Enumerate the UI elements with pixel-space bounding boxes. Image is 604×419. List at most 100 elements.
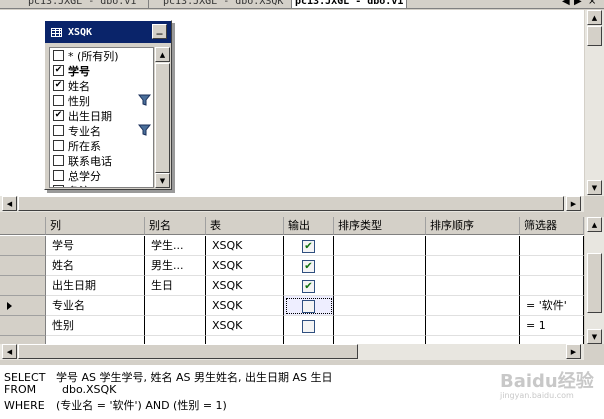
grid-cell-sort-type[interactable] (334, 236, 426, 256)
scroll-down-icon[interactable]: ▼ (587, 329, 602, 344)
grid-cell-sort-type[interactable] (334, 296, 426, 316)
diagram-horizontal-scrollbar[interactable]: ◀ ▶ (0, 196, 584, 212)
grid-cell-table[interactable]: XSQK (206, 276, 284, 296)
checked-checkbox[interactable]: ✔ (53, 110, 64, 121)
column-list-item[interactable]: 专业名 (50, 123, 153, 138)
unchecked-checkbox[interactable] (302, 299, 315, 313)
grid-cell-column[interactable]: 学号 (46, 236, 145, 256)
unchecked-checkbox[interactable] (53, 170, 64, 181)
grid-cell-output[interactable] (284, 316, 334, 336)
grid-cell-table[interactable]: XSQK (206, 236, 284, 256)
grid-horizontal-scrollbar[interactable]: ◀ ▶ (0, 344, 584, 360)
scroll-thumb[interactable] (18, 196, 564, 211)
grid-cell-table[interactable]: XSQK (206, 296, 284, 316)
scroll-up-icon[interactable]: ▲ (155, 47, 170, 62)
grid-cell-alias[interactable]: 学生... (145, 236, 206, 256)
grid-cell-filter[interactable] (520, 276, 584, 296)
column-list-item[interactable]: ✔ 学号 (50, 63, 153, 78)
checked-checkbox[interactable]: ✔ (53, 65, 64, 76)
scroll-right-icon[interactable]: ▶ (566, 196, 581, 211)
column-list-item[interactable]: * (所有列) (50, 48, 153, 63)
pane-splitter[interactable] (0, 212, 604, 216)
criteria-grid[interactable]: 列别名表输出 排序类型 排序顺序 筛选器 学号 学生... XSQK ✔ 姓名 男生... XSQK… (0, 217, 584, 344)
grid-cell-filter[interactable]: = '软件' (520, 296, 584, 316)
column-list-item[interactable]: 总学分 (50, 168, 153, 183)
grid-cell-empty[interactable] (334, 336, 426, 344)
row-selector[interactable] (0, 236, 46, 256)
scroll-up-icon[interactable]: ▲ (587, 217, 602, 232)
grid-cell-sort-order[interactable] (426, 236, 520, 256)
scroll-up-icon[interactable]: ▲ (587, 10, 602, 25)
unchecked-checkbox[interactable] (53, 155, 64, 166)
column-list-scrollbar[interactable]: ▲ ▼ (155, 47, 170, 188)
grid-cell-empty[interactable] (426, 336, 520, 344)
tab-next-icon[interactable]: ▶ (574, 0, 582, 7)
grid-cell-sort-type[interactable] (334, 276, 426, 296)
grid-cell-output[interactable]: ✔ (284, 236, 334, 256)
scroll-left-icon[interactable]: ◀ (2, 344, 17, 359)
scroll-down-icon[interactable]: ▼ (155, 173, 170, 188)
grid-column-header[interactable]: 别名 (145, 217, 206, 235)
tab-close-icon[interactable]: × (588, 0, 596, 7)
checked-checkbox[interactable]: ✔ (302, 259, 315, 273)
grid-cell-sort-type[interactable] (334, 316, 426, 336)
grid-cell-empty[interactable] (284, 336, 334, 344)
grid-cell-empty[interactable] (46, 336, 145, 344)
row-selector[interactable] (0, 256, 46, 276)
grid-cell-sort-type[interactable] (334, 256, 426, 276)
grid-cell-table[interactable]: XSQK (206, 316, 284, 336)
row-selector[interactable] (0, 276, 46, 296)
scroll-thumb[interactable] (155, 63, 170, 173)
grid-column-header[interactable]: 输出 (284, 217, 334, 235)
grid-cell-output[interactable]: ✔ (284, 256, 334, 276)
grid-cell-empty[interactable] (145, 336, 206, 344)
grid-vertical-scrollbar[interactable]: ▲ ▼ (584, 217, 604, 344)
unchecked-checkbox[interactable] (53, 185, 64, 187)
column-list-item[interactable]: 所在系 (50, 138, 153, 153)
scroll-right-icon[interactable]: ▶ (566, 344, 581, 359)
tab-xsqk[interactable]: pc13.JXGL - dbo.XSQK (163, 0, 283, 8)
tab-v1-active[interactable]: pc13.JXGL - dbo.v1 (291, 0, 408, 8)
tab-prev-icon[interactable]: ◀ (562, 0, 570, 7)
unchecked-checkbox[interactable] (53, 95, 64, 106)
scroll-down-icon[interactable]: ▼ (587, 180, 602, 195)
column-list-item[interactable]: ✔ 出生日期 (50, 108, 153, 123)
grid-cell-alias[interactable] (145, 316, 206, 336)
unchecked-checkbox[interactable] (53, 50, 64, 61)
scroll-thumb[interactable] (18, 344, 358, 359)
column-list[interactable]: * (所有列) ✔ 学号 ✔ 姓名性别 ✔ 出生日期专业名所在系联系电话总学分备注 (49, 47, 154, 188)
scroll-thumb[interactable] (587, 253, 602, 313)
unchecked-checkbox[interactable] (53, 125, 64, 136)
grid-cell-alias[interactable]: 男生... (145, 256, 206, 276)
grid-cell-column[interactable]: 性别 (46, 316, 145, 336)
grid-cell-sort-order[interactable] (426, 316, 520, 336)
grid-cell-alias[interactable]: 生日 (145, 276, 206, 296)
grid-cell-alias[interactable] (145, 296, 206, 316)
checked-checkbox[interactable]: ✔ (53, 80, 64, 91)
checked-checkbox[interactable]: ✔ (302, 279, 315, 293)
checked-checkbox[interactable]: ✔ (302, 239, 315, 253)
scroll-thumb[interactable] (587, 26, 602, 46)
grid-cell-column[interactable]: 姓名 (46, 256, 145, 276)
tab-v1-first[interactable]: pc13.JXGL - dbo.v1 (28, 0, 136, 8)
diagram-vertical-scrollbar[interactable]: ▲ ▼ (584, 10, 604, 196)
grid-cell-filter[interactable]: = 1 (520, 316, 584, 336)
grid-cell-sort-order[interactable] (426, 296, 520, 316)
row-selector[interactable] (0, 296, 46, 316)
row-selector[interactable] (0, 336, 46, 344)
minimize-icon[interactable]: _ (152, 24, 167, 39)
grid-cell-filter[interactable] (520, 236, 584, 256)
column-list-item[interactable]: 性别 (50, 93, 153, 108)
grid-cell-filter[interactable] (520, 256, 584, 276)
grid-cell-empty[interactable] (520, 336, 584, 344)
grid-cell-column[interactable]: 出生日期 (46, 276, 145, 296)
unchecked-checkbox[interactable] (302, 319, 315, 333)
unchecked-checkbox[interactable] (53, 140, 64, 151)
grid-cell-sort-order[interactable] (426, 276, 520, 296)
row-selector[interactable] (0, 316, 46, 336)
sql-pane[interactable]: SELECT 学号 AS 学生学号, 姓名 AS 男生姓名, 出生日期 AS 生日… (0, 365, 604, 419)
column-list-item[interactable]: ✔ 姓名 (50, 78, 153, 93)
column-list-item[interactable]: 联系电话 (50, 153, 153, 168)
grid-cell-table[interactable]: XSQK (206, 256, 284, 276)
table-box-xsqk[interactable]: XSQK _ * (所有列) ✔ 学号 ✔ 姓名 性别 ✔ 出生日期 专业名 所在系 联系电话 总学分… (44, 20, 172, 190)
